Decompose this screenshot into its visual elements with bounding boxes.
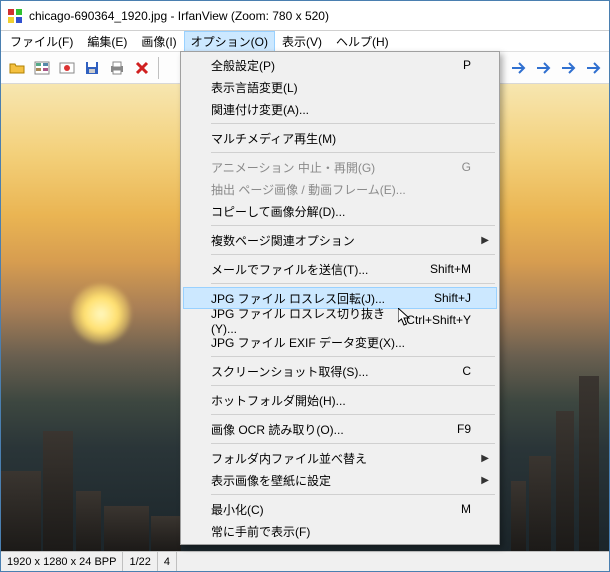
menu-item-shortcut: M	[461, 502, 471, 516]
menu-item-label: ホットフォルダ開始(H)...	[211, 392, 471, 409]
menu-item-label: 最小化(C)	[211, 501, 461, 518]
menu-help[interactable]: ヘルプ(H)	[329, 31, 396, 52]
menu-separator	[211, 225, 495, 226]
menu-edit[interactable]: 編集(E)	[80, 31, 134, 52]
menu-item-2[interactable]: 関連付け変更(A)...	[183, 98, 497, 120]
menu-item-shortcut: Shift+M	[430, 262, 471, 276]
menu-item-18[interactable]: スクリーンショット取得(S)...C	[183, 360, 497, 382]
menu-item-shortcut: F9	[457, 422, 471, 436]
print-button[interactable]	[105, 56, 129, 80]
titlebar: chicago-690364_1920.jpg - IrfanView (Zoo…	[1, 1, 609, 31]
menu-item-label: JPG ファイル EXIF データ変更(X)...	[211, 334, 471, 351]
menu-item-label: 関連付け変更(A)...	[211, 101, 471, 118]
next-button[interactable]	[506, 56, 530, 80]
menu-item-7: 抽出 ページ画像 / 動画フレーム(E)...	[183, 178, 497, 200]
open-button[interactable]	[5, 56, 29, 80]
save-button[interactable]	[80, 56, 104, 80]
menu-separator	[211, 123, 495, 124]
menu-item-20[interactable]: ホットフォルダ開始(H)...	[183, 389, 497, 411]
menu-item-6: アニメーション 中止・再開(G)G	[183, 156, 497, 178]
image-sun	[71, 284, 131, 344]
menu-item-label: 画像 OCR 読み取り(O)...	[211, 421, 457, 438]
menu-item-24[interactable]: フォルダ内ファイル並べ替え ▶	[183, 447, 497, 469]
menu-item-8[interactable]: コピーして画像分解(D)...	[183, 200, 497, 222]
next-page-button[interactable]	[556, 56, 580, 80]
menu-separator	[211, 494, 495, 495]
menu-separator	[211, 443, 495, 444]
menu-separator	[211, 283, 495, 284]
menu-item-10[interactable]: 複数ページ関連オプション ▶	[183, 229, 497, 251]
submenu-arrow-icon: ▶	[481, 235, 489, 246]
next-page-button[interactable]	[581, 56, 605, 80]
menu-separator	[211, 254, 495, 255]
menu-item-shortcut: C	[462, 364, 471, 378]
menu-item-22[interactable]: 画像 OCR 読み取り(O)...F9	[183, 418, 497, 440]
menu-item-16[interactable]: JPG ファイル EXIF データ変更(X)...	[183, 331, 497, 353]
menu-item-label: マルチメディア再生(M)	[211, 130, 471, 147]
menu-item-label: 抽出 ページ画像 / 動画フレーム(E)...	[211, 181, 471, 198]
menu-item-label: 全般設定(P)	[211, 57, 463, 74]
statusbar: 1920 x 1280 x 24 BPP 1/22 4	[1, 551, 609, 571]
menu-item-label: 表示言語変更(L)	[211, 79, 471, 96]
menu-item-label: アニメーション 中止・再開(G)	[211, 159, 462, 176]
menu-options[interactable]: オプション(O)	[184, 31, 275, 52]
menu-item-label: フォルダ内ファイル並べ替え	[211, 450, 471, 467]
menu-item-label: コピーして画像分解(D)...	[211, 203, 471, 220]
app-icon	[7, 8, 23, 24]
menu-item-0[interactable]: 全般設定(P)P	[183, 54, 497, 76]
toolbar-separator	[158, 57, 159, 79]
menu-item-shortcut: Ctrl+Shift+Y	[406, 313, 471, 327]
menu-item-shortcut: Shift+J	[434, 291, 471, 305]
menu-item-15[interactable]: JPG ファイル ロスレス切り抜き(Y)...Ctrl+Shift+Y	[183, 309, 497, 331]
window-title: chicago-690364_1920.jpg - IrfanView (Zoo…	[29, 9, 329, 23]
prev-page-button[interactable]	[531, 56, 555, 80]
status-dimensions: 1920 x 1280 x 24 BPP	[1, 552, 123, 571]
menu-item-25[interactable]: 表示画像を壁紙に設定 ▶	[183, 469, 497, 491]
status-extra: 4	[158, 552, 177, 571]
menu-view[interactable]: 表示(V)	[275, 31, 329, 52]
menu-item-27[interactable]: 最小化(C)M	[183, 498, 497, 520]
menu-separator	[211, 414, 495, 415]
menu-item-12[interactable]: メールでファイルを送信(T)...Shift+M	[183, 258, 497, 280]
menu-item-1[interactable]: 表示言語変更(L)	[183, 76, 497, 98]
menu-item-label: メールでファイルを送信(T)...	[211, 261, 430, 278]
menu-item-label: 表示画像を壁紙に設定	[211, 472, 471, 489]
menu-separator	[211, 152, 495, 153]
menu-item-label: 複数ページ関連オプション	[211, 232, 471, 249]
cursor-icon	[398, 308, 414, 331]
delete-button[interactable]	[130, 56, 154, 80]
menu-image[interactable]: 画像(I)	[134, 31, 183, 52]
menu-separator	[211, 356, 495, 357]
thumbnails-button[interactable]	[30, 56, 54, 80]
menu-item-shortcut: P	[463, 58, 471, 72]
menu-file[interactable]: ファイル(F)	[3, 31, 80, 52]
submenu-arrow-icon: ▶	[481, 453, 489, 464]
status-page: 1/22	[123, 552, 157, 571]
slideshow-button[interactable]	[55, 56, 79, 80]
menubar: ファイル(F)編集(E)画像(I)オプション(O)表示(V)ヘルプ(H)	[1, 31, 609, 52]
submenu-arrow-icon: ▶	[481, 475, 489, 486]
menu-item-4[interactable]: マルチメディア再生(M)	[183, 127, 497, 149]
options-menu: 全般設定(P)P 表示言語変更(L) 関連付け変更(A)... マルチメディア再生(M…	[180, 51, 500, 545]
menu-item-label: 常に手前で表示(F)	[211, 523, 471, 540]
menu-item-label: スクリーンショット取得(S)...	[211, 363, 462, 380]
menu-separator	[211, 385, 495, 386]
menu-item-shortcut: G	[462, 160, 471, 174]
menu-item-28[interactable]: 常に手前で表示(F)	[183, 520, 497, 542]
